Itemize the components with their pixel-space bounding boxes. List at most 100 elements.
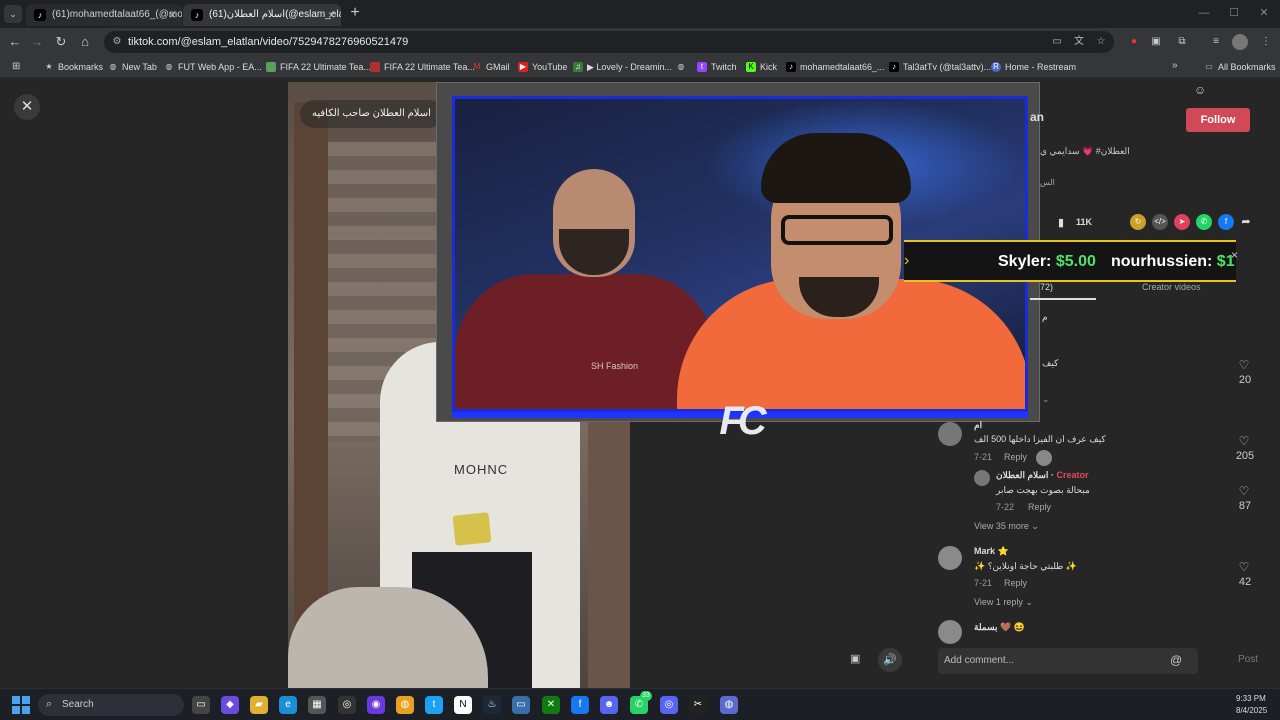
bookmark-item[interactable]: ♪ Tal3atTv (@tal3attv)... (889, 59, 991, 75)
mention-icon[interactable]: @ (1170, 653, 1182, 667)
taskbar-search[interactable]: ⌕ Search (38, 694, 184, 716)
heart-icon[interactable]: ♡ (1234, 434, 1254, 448)
all-bookmarks[interactable]: ▭ All Bookmarks (1204, 59, 1275, 75)
picture-in-picture-icon[interactable]: ▣ (850, 652, 868, 670)
bookmark-item[interactable]: ♫ ▶ Lovely - Dreamin... (573, 59, 672, 75)
steam-icon[interactable]: ♨ (483, 696, 501, 714)
apps-icon[interactable]: ⊞ (12, 61, 20, 72)
more-bookmarks-icon[interactable]: » (1172, 60, 1178, 71)
twitter-icon[interactable]: t (425, 696, 443, 714)
heart-icon[interactable]: ♡ (1234, 358, 1254, 372)
bookmark-star-icon[interactable]: ☆ (1094, 35, 1108, 49)
close-video-button[interactable]: ✕ (14, 94, 40, 120)
cast-icon[interactable]: ▭ (1050, 35, 1064, 49)
avatar[interactable] (938, 422, 962, 446)
reading-list-icon[interactable]: ≡ (1208, 34, 1224, 50)
reply-button[interactable]: Reply (1004, 578, 1027, 588)
bookmark-icon[interactable]: ▮ (1058, 216, 1064, 229)
menu-icon[interactable]: ⋮ (1258, 34, 1274, 50)
home-button[interactable]: ⌂ (76, 33, 94, 51)
bookmark-item[interactable]: ◍ New Tab (108, 59, 157, 75)
emoji-icon[interactable]: ☺ (1194, 83, 1206, 97)
bookmark-item[interactable]: ♪ mohamedtalaat66_... (786, 59, 885, 75)
bookmark-item[interactable]: R Home - Restream (991, 59, 1076, 75)
avatar[interactable] (938, 546, 962, 570)
obs-icon[interactable]: ◎ (338, 696, 356, 714)
notion-icon[interactable]: N (454, 696, 472, 714)
app-icon[interactable]: ◍ (720, 696, 738, 714)
bookmark-item[interactable]: ★ Bookmarks (44, 59, 103, 75)
whatsapp-icon[interactable]: ✆ (1196, 214, 1212, 230)
heart-icon[interactable]: ♡ (1234, 560, 1254, 574)
bookmark-item[interactable]: ◍ (676, 59, 690, 75)
reply-button[interactable]: Reply (1028, 502, 1051, 512)
comment-input[interactable]: Add comment... @ (938, 648, 1198, 674)
translate-icon[interactable]: 文 (1072, 35, 1086, 49)
send-icon[interactable]: ➤ (1174, 214, 1190, 230)
tab-comments[interactable]: 72) (1040, 282, 1053, 292)
extension-icon[interactable]: ● (1126, 34, 1142, 50)
url-text[interactable]: tiktok.com/@eslam_elatlan/video/75294782… (128, 31, 408, 53)
bookmark-item[interactable]: ▶ YouTube (518, 59, 567, 75)
bookmark-item[interactable]: M GMail (472, 59, 510, 75)
view-more-replies[interactable]: View 35 more ⌄ (974, 521, 1039, 532)
clock-date[interactable]: 8/4/2025 (1236, 706, 1267, 715)
maximize-button[interactable]: ☐ (1220, 4, 1248, 22)
repost-icon[interactable]: ↻ (1130, 214, 1146, 230)
minimize-button[interactable]: — (1190, 4, 1218, 22)
chevron-down-icon[interactable]: ⌄ (1042, 394, 1050, 405)
browser-tab[interactable]: ♪ (61)mohamedtalaat66_(@mo... × (26, 4, 182, 26)
browser-tab-active[interactable]: ♪ (61)اسلام العطلان(@eslam_elatlan... × (183, 4, 341, 26)
volume-icon[interactable]: 🔊 (878, 648, 902, 672)
facebook-icon[interactable]: f (571, 696, 589, 714)
close-window-button[interactable]: ✕ (1250, 4, 1278, 22)
avatar[interactable] (938, 620, 962, 644)
heart-icon[interactable]: ♡ (1234, 484, 1254, 498)
extension-icon[interactable]: ▣ (1148, 34, 1164, 50)
reply-button[interactable]: Reply (1004, 452, 1027, 462)
close-tab-icon[interactable]: × (169, 4, 176, 26)
windows-start-icon[interactable] (12, 696, 30, 714)
post-button[interactable]: Post (1238, 654, 1258, 665)
store-icon[interactable]: ▦ (308, 696, 326, 714)
chrome-icon[interactable]: ◍ (396, 696, 414, 714)
follow-button[interactable]: Follow (1186, 108, 1250, 132)
reply-author[interactable]: اسلام العطلان · Creator (996, 470, 1088, 481)
file-explorer-icon[interactable]: ▰ (250, 696, 268, 714)
clock-time[interactable]: 9:33 PM (1236, 694, 1266, 703)
copilot-icon[interactable]: ◆ (221, 696, 239, 714)
edge-icon[interactable]: e (279, 696, 297, 714)
tab-creator-videos[interactable]: Creator videos (1142, 282, 1201, 292)
bookmark-item[interactable]: K Kick (746, 59, 777, 75)
app-icon[interactable]: ◉ (367, 696, 385, 714)
author-name[interactable]: an (1030, 110, 1044, 124)
bookmark-item[interactable]: ◍ FUT Web App - EA... (164, 59, 262, 75)
address-bar[interactable]: ⚙ tiktok.com/@eslam_elatlan/video/752947… (104, 31, 1114, 53)
bookmark-item[interactable]: FIFA 22 Ultimate Tea... (370, 59, 475, 75)
view-more-replies[interactable]: View 1 reply ⌄ (974, 597, 1033, 608)
app-icon[interactable]: ▭ (512, 696, 530, 714)
app-icon[interactable]: ◎ (660, 696, 678, 714)
close-tab-icon[interactable]: × (328, 4, 335, 26)
tab-search-button[interactable]: ⌄ (4, 5, 22, 23)
reload-button[interactable]: ↻ (52, 33, 70, 51)
facebook-icon[interactable]: f (1218, 214, 1234, 230)
back-button[interactable]: ← (6, 33, 24, 51)
capcut-icon[interactable]: ✂ (689, 696, 707, 714)
avatar[interactable] (974, 470, 990, 486)
profile-avatar[interactable] (1232, 34, 1248, 50)
new-tab-button[interactable]: + (345, 3, 365, 23)
bookmark-item[interactable]: t Twitch (697, 59, 737, 75)
comment-author[interactable]: Mark ⭐ (974, 546, 1009, 557)
share-icon[interactable]: ➦ (1238, 214, 1254, 230)
comment-author[interactable]: ام (974, 420, 982, 431)
extensions-puzzle-icon[interactable]: ⧉ (1174, 34, 1190, 50)
bookmark-item[interactable]: FIFA 22 Ultimate Tea... (266, 59, 371, 75)
task-view-icon[interactable]: ▭ (192, 696, 210, 714)
site-info-icon[interactable]: ⚙ (110, 35, 124, 49)
comment-author[interactable]: بسملة 🤎 😆 (974, 622, 1025, 633)
xbox-icon[interactable]: ✕ (542, 696, 560, 714)
embed-icon[interactable]: </> (1152, 214, 1168, 230)
discord-icon[interactable]: ☻ (600, 696, 618, 714)
forward-button[interactable]: → (28, 33, 46, 51)
